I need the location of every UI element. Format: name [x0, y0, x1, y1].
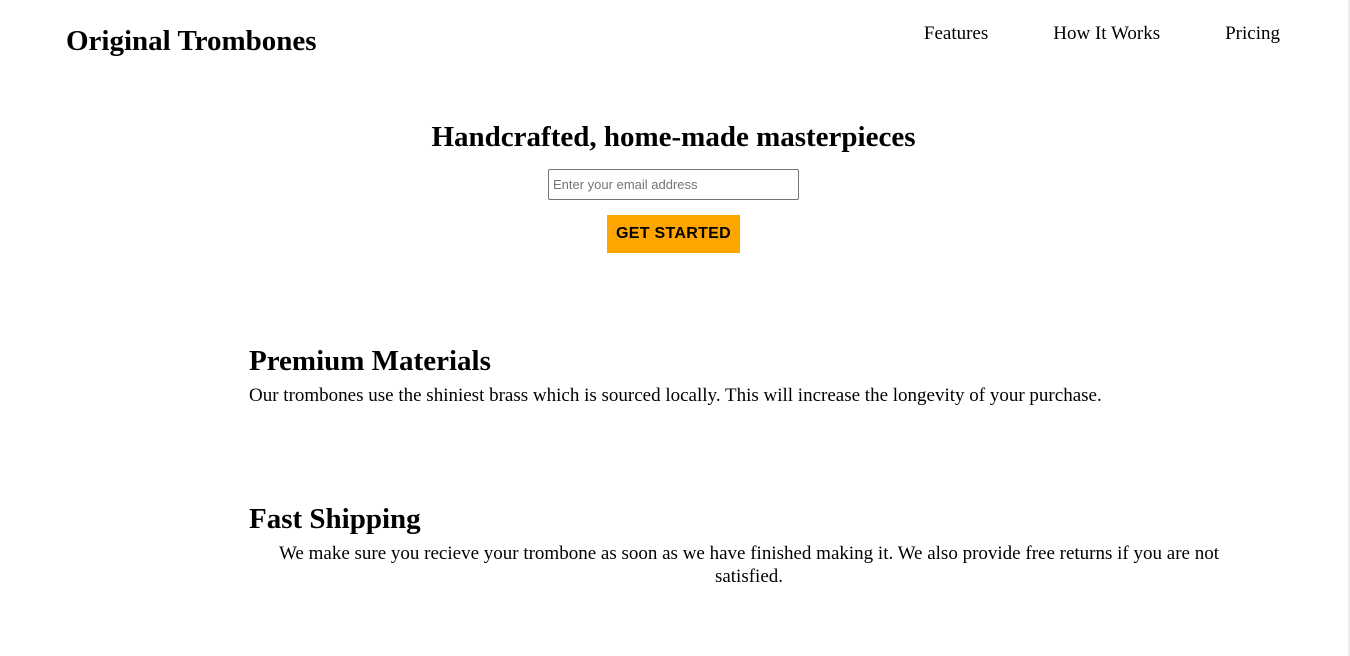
get-started-button[interactable]: GET STARTED: [607, 215, 740, 253]
hero-title: Handcrafted, home-made masterpieces: [431, 121, 916, 153]
nav-link-pricing[interactable]: Pricing: [1225, 22, 1280, 46]
nav-link-features[interactable]: Features: [924, 22, 988, 46]
feature-description: We make sure you recieve your trombone a…: [279, 543, 1219, 587]
email-input[interactable]: [548, 169, 799, 200]
feature-fast-shipping: Fast Shipping We make sure you recieve y…: [249, 502, 1249, 588]
nav-link-how-it-works[interactable]: How It Works: [1053, 22, 1160, 46]
hero-section: Handcrafted, home-made masterpieces GET …: [0, 118, 1347, 253]
site-logo: Original Trombones: [66, 25, 317, 57]
feature-description: Our trombones use the shiniest brass whi…: [249, 385, 1102, 406]
feature-title: Fast Shipping: [249, 503, 421, 535]
page: Original Trombones Features How It Works…: [0, 0, 1350, 656]
feature-title: Premium Materials: [249, 345, 491, 377]
feature-premium-materials: Premium Materials Our trombones use the …: [249, 344, 1249, 407]
main-nav: Features How It Works Pricing: [924, 22, 1280, 46]
